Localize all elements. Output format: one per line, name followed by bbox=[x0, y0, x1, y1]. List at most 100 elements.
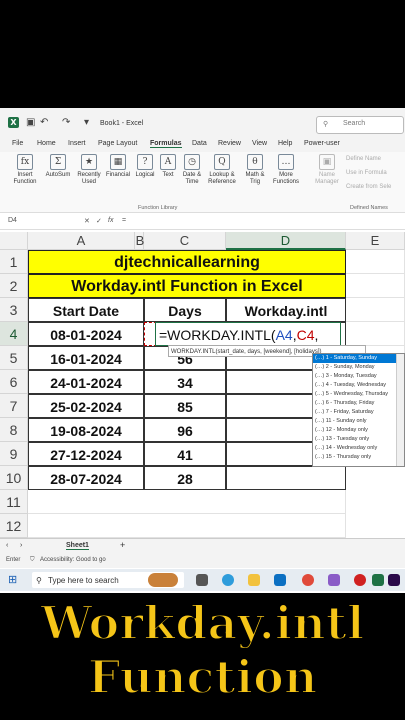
start-date-cell[interactable]: 27-12-2024 bbox=[28, 442, 144, 466]
tab-formulas[interactable]: Formulas bbox=[150, 140, 182, 148]
column-header-d[interactable]: D bbox=[226, 232, 346, 250]
row-header[interactable]: 1 bbox=[0, 250, 28, 274]
dropdown-option[interactable]: (…) 1 - Saturday, Sunday bbox=[313, 354, 404, 363]
header-workday-intl[interactable]: Workday.intl bbox=[226, 298, 346, 322]
more-functions-button[interactable]: … More Functions bbox=[268, 154, 304, 186]
row-header[interactable]: 3 bbox=[0, 298, 28, 322]
file-explorer-icon[interactable] bbox=[248, 574, 260, 586]
insert-function-button[interactable]: fx Insert Function bbox=[10, 154, 40, 186]
formula-input[interactable]: = bbox=[122, 217, 126, 224]
row-header[interactable]: 7 bbox=[0, 394, 28, 418]
row-header[interactable]: 4 bbox=[0, 322, 28, 346]
tab-data[interactable]: Data bbox=[192, 140, 207, 147]
days-cell[interactable]: 41 bbox=[144, 442, 226, 466]
row-header[interactable]: 6 bbox=[0, 370, 28, 394]
row-header[interactable]: 9 bbox=[0, 442, 28, 466]
workday-cell[interactable] bbox=[226, 466, 346, 490]
logical-button[interactable]: ? Logical bbox=[132, 154, 158, 179]
search-box[interactable]: ⚲ Search bbox=[316, 116, 404, 134]
start-date-cell[interactable]: 16-01-2024 bbox=[28, 346, 144, 370]
financial-button[interactable]: ▦ Financial bbox=[104, 154, 132, 179]
redo-icon[interactable]: ↷ bbox=[62, 117, 70, 128]
create-from-selection-button[interactable]: Create from Sele bbox=[346, 184, 391, 190]
dropdown-option[interactable]: (…) 11 - Sunday only bbox=[313, 417, 404, 426]
dropdown-option[interactable]: (…) 3 - Monday, Tuesday bbox=[313, 372, 404, 381]
days-cell[interactable]: 28 bbox=[144, 466, 226, 490]
tab-view[interactable]: View bbox=[252, 140, 267, 147]
empty-row[interactable] bbox=[28, 514, 346, 538]
column-header-a[interactable]: A bbox=[28, 232, 135, 250]
row-header[interactable]: 12 bbox=[0, 514, 28, 538]
edge-icon[interactable] bbox=[222, 574, 234, 586]
formula-edit-cell[interactable]: =WORKDAY.INTL(A4,C4, bbox=[155, 322, 341, 346]
row-header[interactable]: 8 bbox=[0, 418, 28, 442]
math-trig-button[interactable]: θ Math & Trig bbox=[242, 154, 268, 186]
tab-page-layout[interactable]: Page Layout bbox=[98, 140, 137, 147]
row-header[interactable]: 10 bbox=[0, 466, 28, 490]
mail-icon[interactable] bbox=[274, 574, 286, 586]
tab-file[interactable]: File bbox=[12, 140, 23, 147]
column-header-c[interactable]: C bbox=[144, 232, 226, 250]
tab-power-user[interactable]: Power-user bbox=[304, 140, 340, 147]
accessibility-status[interactable]: Accessibility: Good to go bbox=[40, 557, 106, 563]
dropdown-option[interactable]: (…) 14 - Wednesday only bbox=[313, 444, 404, 453]
start-date-cell[interactable]: 19-08-2024 bbox=[28, 418, 144, 442]
subtitle-cell[interactable]: Workday.intl Function in Excel bbox=[28, 274, 346, 298]
add-sheet-button[interactable]: + bbox=[120, 540, 125, 550]
dropdown-option[interactable]: (…) 7 - Friday, Saturday bbox=[313, 408, 404, 417]
days-cell[interactable]: 85 bbox=[144, 394, 226, 418]
dropdown-option[interactable]: (…) 13 - Tuesday only bbox=[313, 435, 404, 444]
dropdown-option[interactable]: (…) 15 - Thursday only bbox=[313, 453, 404, 462]
text-button[interactable]: A Text bbox=[158, 154, 178, 179]
row-header[interactable]: 2 bbox=[0, 274, 28, 298]
prev-sheet-icon[interactable]: ‹ bbox=[6, 542, 8, 549]
tab-home[interactable]: Home bbox=[37, 140, 56, 147]
tab-insert[interactable]: Insert bbox=[68, 140, 86, 147]
dropdown-scrollbar[interactable] bbox=[396, 354, 404, 466]
sheet-tab[interactable]: Sheet1 bbox=[66, 542, 89, 550]
recorder-icon[interactable] bbox=[354, 574, 366, 586]
header-start-date[interactable]: Start Date bbox=[28, 298, 144, 322]
cancel-icon[interactable]: ✕ bbox=[84, 217, 90, 225]
title-cell[interactable]: djtechnicallearning bbox=[28, 250, 346, 274]
empty-cell[interactable] bbox=[346, 274, 405, 298]
fx-icon[interactable]: fx bbox=[108, 217, 113, 224]
weekend-dropdown[interactable]: (…) 1 - Saturday, Sunday (…) 2 - Sunday,… bbox=[312, 353, 405, 467]
column-header-e[interactable]: E bbox=[346, 232, 405, 250]
app-icon[interactable] bbox=[328, 574, 340, 586]
start-date-cell[interactable]: 25-02-2024 bbox=[28, 394, 144, 418]
select-all-corner[interactable] bbox=[0, 232, 28, 250]
use-in-formula-button[interactable]: Use in Formula bbox=[346, 170, 387, 176]
dropdown-option[interactable]: (…) 5 - Wednesday, Thursday bbox=[313, 390, 404, 399]
tab-review[interactable]: Review bbox=[218, 140, 241, 147]
excel-taskbar-icon[interactable] bbox=[372, 574, 384, 586]
days-cell[interactable]: 96 bbox=[144, 418, 226, 442]
date-time-button[interactable]: ◷ Date & Time bbox=[178, 154, 206, 186]
name-manager-button[interactable]: ▣ Name Manager bbox=[314, 154, 340, 186]
row-header[interactable]: 11 bbox=[0, 490, 28, 514]
define-name-button[interactable]: Define Name bbox=[346, 156, 381, 162]
next-sheet-icon[interactable]: › bbox=[20, 542, 22, 549]
dropdown-option[interactable]: (…) 2 - Sunday, Monday bbox=[313, 363, 404, 372]
recently-used-button[interactable]: ★ Recently Used bbox=[74, 154, 104, 186]
empty-cell[interactable] bbox=[346, 322, 405, 346]
dropdown-option[interactable]: (…) 12 - Monday only bbox=[313, 426, 404, 435]
chrome-icon[interactable] bbox=[302, 574, 314, 586]
save-icon[interactable]: ▣ bbox=[26, 117, 35, 128]
undo-icon[interactable]: ↶ bbox=[40, 117, 48, 128]
empty-cell[interactable] bbox=[346, 298, 405, 322]
task-view-icon[interactable] bbox=[196, 574, 208, 586]
days-cell[interactable]: 34 bbox=[144, 370, 226, 394]
taskbar-search[interactable]: ⚲ Type here to search bbox=[32, 572, 184, 588]
empty-cell[interactable] bbox=[346, 250, 405, 274]
start-date-cell[interactable]: 08-01-2024 bbox=[28, 322, 144, 346]
dropdown-option[interactable]: (…) 6 - Thursday, Friday bbox=[313, 399, 404, 408]
start-date-cell[interactable]: 28-07-2024 bbox=[28, 466, 144, 490]
name-box[interactable]: D4 bbox=[8, 217, 17, 224]
autosum-button[interactable]: Σ AutoSum bbox=[44, 154, 72, 179]
header-days[interactable]: Days bbox=[144, 298, 226, 322]
enter-icon[interactable]: ✓ bbox=[96, 217, 102, 225]
windows-start-icon[interactable]: ⊞ bbox=[8, 573, 17, 586]
premiere-icon[interactable] bbox=[388, 574, 400, 586]
lookup-reference-button[interactable]: Q Lookup & Reference bbox=[204, 154, 240, 186]
